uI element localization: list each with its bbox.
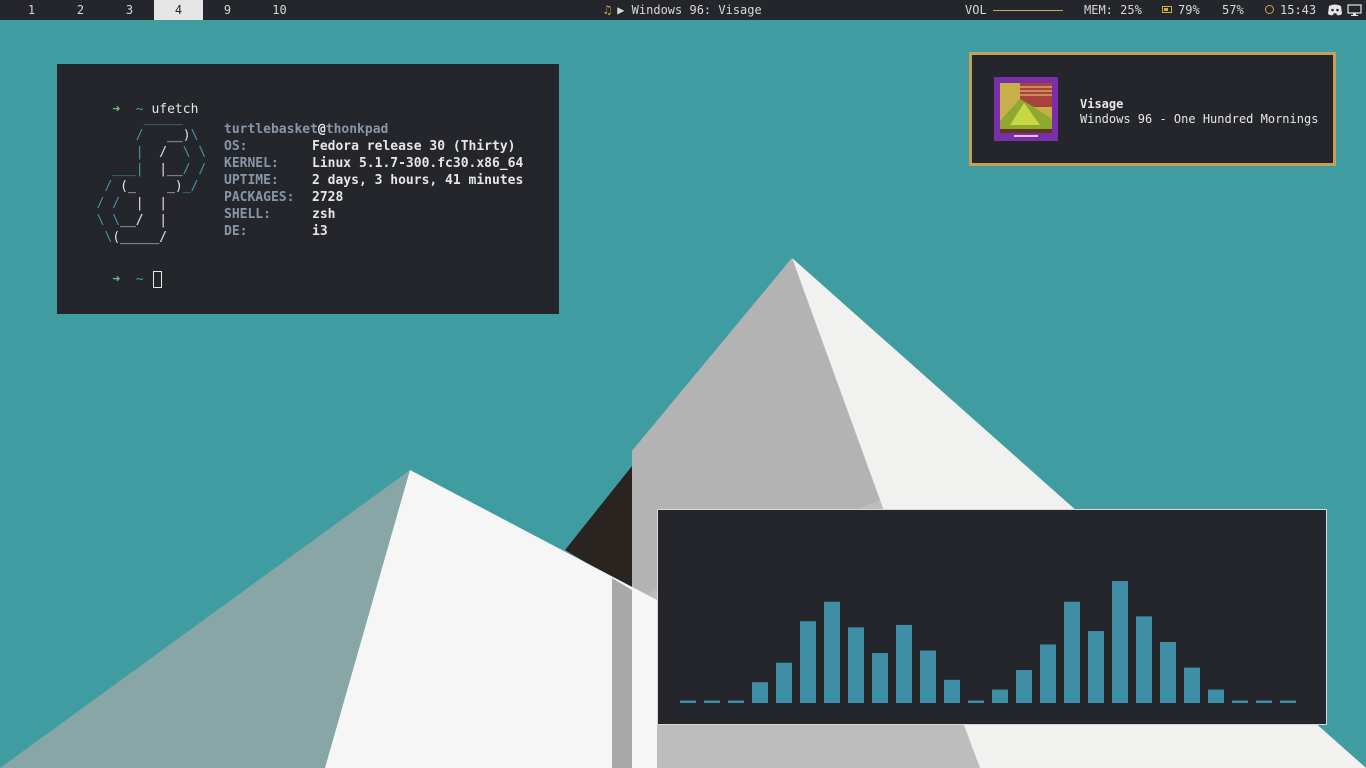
visualizer-bar xyxy=(968,700,984,703)
visualizer-bar xyxy=(1064,601,1080,703)
music-notification[interactable]: Visage Windows 96 - One Hundred Mornings xyxy=(969,52,1336,166)
info-value: Fedora release 30 (Thirty) xyxy=(312,139,516,154)
memory-indicator: MEM: 25% xyxy=(1084,3,1142,17)
info-value: 2728 xyxy=(312,190,344,205)
prompt-arrow: ➜ xyxy=(112,272,121,287)
battery-value: 79% xyxy=(1178,3,1200,17)
info-key: OS: xyxy=(224,139,248,154)
discord-icon[interactable] xyxy=(1327,3,1343,17)
visualizer-bar xyxy=(1256,700,1272,703)
notification-title: Visage xyxy=(1080,97,1124,111)
music-note-icon: ♫ xyxy=(604,3,612,17)
info-uptime: UPTIME: 2 days, 3 hours, 41 minutes xyxy=(224,172,523,189)
info-packages: PACKAGES: 2728 xyxy=(224,189,343,206)
at-sign: @ xyxy=(317,122,326,137)
workspace-1[interactable]: 1 xyxy=(7,0,56,20)
hostname: thonkpad xyxy=(325,122,389,137)
info-key: UPTIME: xyxy=(224,173,279,188)
info-value: Linux 5.1.7-300.fc30.x86_64 xyxy=(312,156,524,171)
visualizer-bar xyxy=(776,662,792,703)
album-art xyxy=(994,77,1058,141)
volume-indicator[interactable]: VOL xyxy=(965,0,1063,20)
audio-visualizer xyxy=(657,509,1327,725)
now-playing-text: ▶ Windows 96: Visage xyxy=(617,3,762,17)
visualizer-bar xyxy=(992,689,1008,703)
visualizer-bar xyxy=(872,652,888,703)
info-value: i3 xyxy=(312,224,328,239)
visualizer-bar xyxy=(1208,689,1224,703)
info-key: KERNEL: xyxy=(224,156,279,171)
info-os: OS: Fedora release 30 (Thirty) xyxy=(224,138,516,155)
visualizer-bar xyxy=(1136,616,1152,703)
info-value: 2 days, 3 hours, 41 minutes xyxy=(312,173,524,188)
workspace-3[interactable]: 3 xyxy=(105,0,154,20)
monitor-icon[interactable] xyxy=(1347,3,1363,17)
info-kernel: KERNEL: Linux 5.1.7-300.fc30.x86_64 xyxy=(224,155,523,172)
notification-body: Windows 96 - One Hundred Mornings xyxy=(1080,112,1319,126)
visualizer-bar xyxy=(1040,644,1056,703)
username: turtlebasket xyxy=(224,122,318,137)
info-shell: SHELL: zsh xyxy=(224,206,335,223)
volume-bar[interactable] xyxy=(992,10,1063,11)
workspace-10[interactable]: 10 xyxy=(255,0,304,20)
clock-time: 15:43 xyxy=(1280,3,1317,17)
now-playing[interactable]: ♫ ▶ Windows 96: Visage xyxy=(604,0,762,20)
prompt-line[interactable]: ➜ ~ xyxy=(81,256,163,303)
visualizer-bar xyxy=(944,679,960,703)
workspace-9[interactable]: 9 xyxy=(203,0,252,20)
visualizer-bar xyxy=(1232,700,1248,703)
visualizer-bars xyxy=(680,581,1296,703)
visualizer-bar xyxy=(800,621,816,703)
visualizer-bar xyxy=(704,700,720,703)
visualizer-bar xyxy=(728,700,744,703)
info-de: DE: i3 xyxy=(224,223,328,240)
visualizer-bar xyxy=(824,601,840,703)
visualizer-bar xyxy=(680,700,696,703)
visualizer-bar xyxy=(752,682,768,703)
info-key: PACKAGES: xyxy=(224,190,295,205)
info-key: SHELL: xyxy=(224,207,271,222)
volume-label: VOL xyxy=(965,3,987,17)
battery-indicator: 79% xyxy=(1162,0,1200,20)
terminal-window[interactable]: ➜ ~ ufetch _____ / __)\ | / \ \ ___| |__… xyxy=(57,64,559,314)
top-status-bar: 1 2 3 4 9 10 ♫ ▶ Windows 96: Visage VOL M… xyxy=(0,0,1366,20)
visualizer-bar xyxy=(1160,642,1176,703)
workspace-2[interactable]: 2 xyxy=(56,0,105,20)
visualizer-bar xyxy=(848,627,864,703)
visualizer-bar xyxy=(1184,667,1200,703)
user-host: turtlebasket@thonkpad xyxy=(224,121,388,138)
info-key: DE: xyxy=(224,224,248,239)
visualizer-bar xyxy=(1088,631,1104,703)
brightness-indicator: 57% xyxy=(1222,3,1244,17)
clock-icon xyxy=(1265,5,1274,14)
workspace-4[interactable]: 4 xyxy=(154,0,203,20)
battery-icon xyxy=(1162,6,1172,13)
visualizer-bar xyxy=(896,624,912,703)
visualizer-bar xyxy=(1112,581,1128,703)
prompt-tilde: ~ xyxy=(135,272,144,287)
text-cursor xyxy=(153,271,163,288)
visualizer-bar xyxy=(1280,700,1296,703)
info-value: zsh xyxy=(312,207,336,222)
fedora-ascii-logo: _____ / __)\ | / \ \ ___| |__/ / / (_ _)… xyxy=(96,111,207,245)
visualizer-bar xyxy=(1016,670,1032,703)
visualizer-bar xyxy=(920,650,936,703)
clock: 15:43 xyxy=(1265,0,1316,20)
